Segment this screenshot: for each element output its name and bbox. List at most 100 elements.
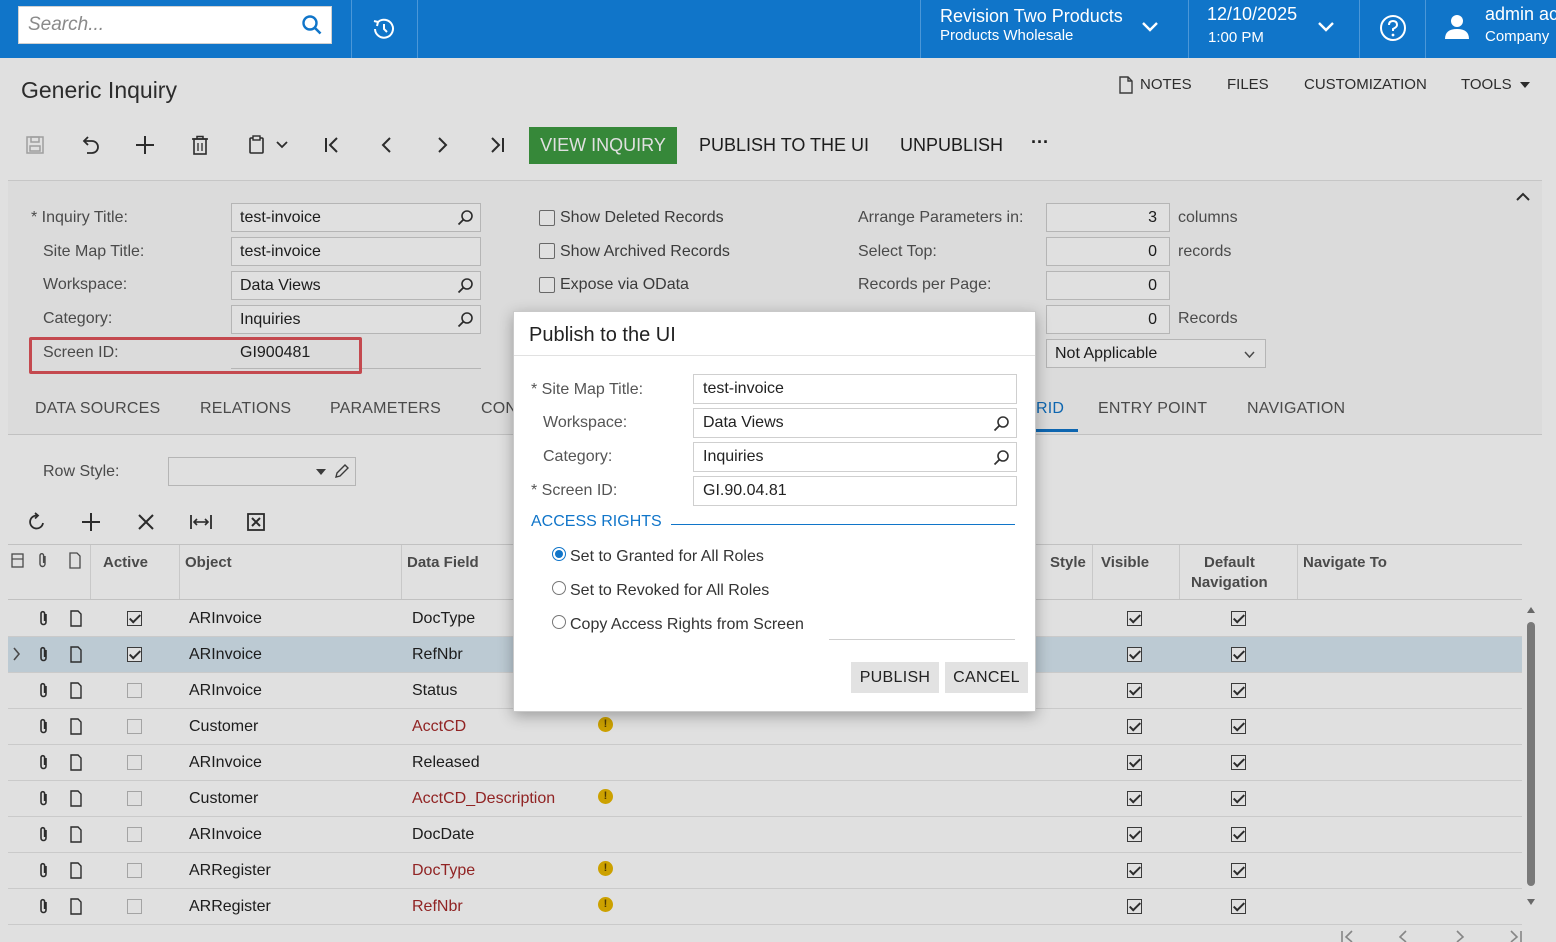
default-navigation-checkbox[interactable] [1231,863,1246,878]
active-checkbox[interactable] [127,611,142,626]
default-navigation-checkbox[interactable] [1231,755,1246,770]
active-checkbox[interactable] [127,791,142,806]
dialog-site-map-title-field[interactable]: test-invoice [693,374,1017,404]
inquiry-title-field[interactable]: test-invoice [231,203,481,232]
add-row-button[interactable] [76,507,106,537]
radio-revoked[interactable] [552,581,566,595]
pager-first-icon[interactable] [1340,930,1356,942]
pager-last-icon[interactable] [1507,930,1523,942]
radio-copy[interactable] [552,615,566,629]
radio-granted-label[interactable]: Set to Granted for All Roles [570,548,764,566]
active-checkbox[interactable] [127,863,142,878]
object-cell[interactable]: ARInvoice [189,826,262,844]
search-icon[interactable] [301,14,323,36]
table-row[interactable]: ARInvoice DocDate [8,817,1522,853]
show-archived-checkbox[interactable] [539,243,555,259]
add-button[interactable] [130,130,160,160]
note-icon[interactable] [69,754,83,771]
object-cell[interactable]: ARInvoice [189,646,262,664]
object-cell[interactable]: ARInvoice [189,754,262,772]
note-icon[interactable] [69,646,83,663]
records-limit-field[interactable]: 0 [1046,305,1170,334]
data-field-cell[interactable]: DocDate [412,826,474,844]
active-checkbox[interactable] [127,755,142,770]
search-icon[interactable] [993,415,1010,432]
scroll-down-icon[interactable] [1526,898,1536,906]
header-visible[interactable]: Visible [1101,553,1149,573]
data-field-cell[interactable]: DocType [412,610,475,628]
fit-columns-button[interactable] [186,507,216,537]
dialog-workspace-field[interactable]: Data Views [693,408,1017,438]
chevron-down-icon[interactable] [1141,20,1159,34]
workspace-field[interactable]: Data Views [231,271,481,300]
pencil-icon[interactable] [333,463,350,480]
default-navigation-checkbox[interactable] [1231,827,1246,842]
customization-link[interactable]: CUSTOMIZATION [1304,76,1427,93]
attachment-icon[interactable] [38,718,50,735]
active-checkbox[interactable] [127,647,142,662]
delete-button[interactable] [185,130,215,160]
more-actions-button[interactable]: ··· [1031,132,1049,153]
header-object[interactable]: Object [185,553,232,573]
visible-checkbox[interactable] [1127,791,1142,806]
chevron-down-icon[interactable] [1317,20,1335,34]
attachment-icon[interactable] [38,610,50,627]
recent-history-icon[interactable] [369,14,399,44]
next-record-button[interactable] [427,130,457,160]
radio-revoked-label[interactable]: Set to Revoked for All Roles [570,582,769,600]
header-style[interactable]: Style [1050,553,1086,573]
scrollbar-thumb[interactable] [1527,622,1535,886]
data-field-cell[interactable]: RefNbr [412,898,463,916]
attachment-icon[interactable] [38,898,50,915]
visible-checkbox[interactable] [1127,611,1142,626]
mode-dropdown[interactable]: Not Applicable [1046,339,1266,368]
previous-record-button[interactable] [372,130,402,160]
visible-checkbox[interactable] [1127,899,1142,914]
search-icon[interactable] [457,277,474,294]
scroll-up-icon[interactable] [1526,606,1536,614]
pager-prev-icon[interactable] [1397,930,1409,942]
tab-conditions[interactable]: CON [481,400,517,418]
attachment-icon[interactable] [38,646,50,663]
pager-next-icon[interactable] [1454,930,1466,942]
radio-copy-label[interactable]: Copy Access Rights from Screen [570,616,804,634]
note-icon[interactable] [69,790,83,807]
table-row[interactable]: Customer AcctCD_Description! [8,781,1522,817]
cancel-button[interactable]: CANCEL [945,662,1028,693]
user-name[interactable]: admin ac [1485,4,1556,25]
visible-checkbox[interactable] [1127,683,1142,698]
dialog-category-field[interactable]: Inquiries [693,442,1017,472]
publish-to-ui-button[interactable]: PUBLISH TO THE UI [699,135,869,156]
header-active[interactable]: Active [103,553,148,573]
object-cell[interactable]: ARInvoice [189,682,262,700]
category-field[interactable]: Inquiries [231,305,481,334]
search-icon[interactable] [993,449,1010,466]
default-navigation-checkbox[interactable] [1231,683,1246,698]
data-field-cell[interactable]: Status [412,682,457,700]
undo-button[interactable] [75,130,105,160]
caret-down-icon[interactable] [1519,81,1531,89]
expose-odata-checkbox[interactable] [539,277,555,293]
default-navigation-checkbox[interactable] [1231,719,1246,734]
object-cell[interactable]: ARInvoice [189,610,262,628]
table-row[interactable]: Customer AcctCD! [8,709,1522,745]
site-map-title-field[interactable]: test-invoice [231,237,481,266]
default-navigation-checkbox[interactable] [1231,899,1246,914]
data-field-cell[interactable]: DocType [412,862,475,880]
active-checkbox[interactable] [127,899,142,914]
first-record-button[interactable] [317,130,347,160]
default-navigation-checkbox[interactable] [1231,611,1246,626]
note-icon[interactable] [69,826,83,843]
search-input[interactable] [19,7,289,43]
visible-checkbox[interactable] [1127,827,1142,842]
user-avatar-icon[interactable] [1443,12,1471,40]
tab-parameters[interactable]: PARAMETERS [330,400,441,418]
active-checkbox[interactable] [127,719,142,734]
note-icon[interactable] [69,862,83,879]
note-icon[interactable] [69,610,83,627]
publish-button[interactable]: PUBLISH [851,662,939,693]
dialog-screen-id-field[interactable]: GI.90.04.81 [693,476,1017,506]
object-cell[interactable]: ARRegister [189,898,271,916]
export-excel-button[interactable] [241,507,271,537]
object-cell[interactable]: ARRegister [189,862,271,880]
